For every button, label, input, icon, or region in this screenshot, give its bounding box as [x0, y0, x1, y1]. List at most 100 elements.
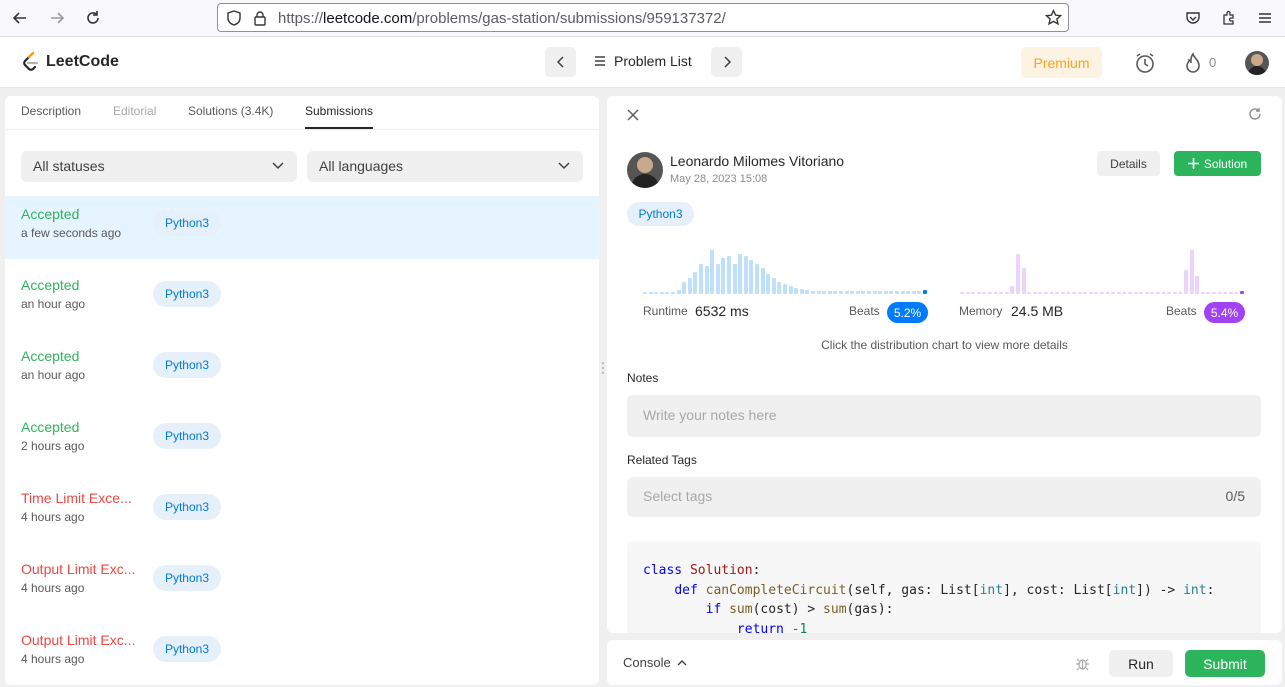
leetcode-logo[interactable]: LeetCode [20, 51, 119, 73]
bookmark-star-icon[interactable] [1044, 8, 1063, 31]
lock-icon[interactable] [253, 10, 267, 31]
premium-button[interactable]: Premium [1021, 47, 1102, 78]
submission-row[interactable]: Time Limit Exce... 4 hours ago Python3 [5, 480, 599, 543]
distribution-bar [965, 292, 970, 294]
distribution-bar [1156, 292, 1160, 294]
distribution-bar [1217, 292, 1222, 294]
submission-row[interactable]: Output Limit Exc... 4 hours ago Python3 [5, 622, 599, 685]
distribution-bar [1195, 276, 1200, 294]
extensions-icon[interactable] [1219, 8, 1239, 28]
memory-beats-label: Beats [1166, 304, 1197, 318]
user-name[interactable]: Leonardo Milomes Vitoriano [670, 153, 844, 169]
distribution-bar [1021, 268, 1026, 294]
distribution-bar [827, 291, 832, 294]
runtime-beats-label: Beats [849, 304, 880, 318]
distribution-bar [699, 264, 703, 294]
language-filter-select[interactable]: All languages [307, 151, 583, 182]
code-block: class Solution: def canCompleteCircuit(s… [627, 541, 1261, 633]
pocket-icon[interactable] [1183, 8, 1203, 28]
menu-icon[interactable] [1255, 8, 1275, 28]
debug-bug-icon[interactable] [1075, 656, 1090, 676]
next-problem-button[interactable] [711, 47, 742, 77]
console-label: Console [623, 655, 671, 670]
logo-text: LeetCode [46, 53, 119, 70]
distribution-bar [923, 290, 927, 294]
submission-row[interactable]: Accepted an hour ago Python3 [5, 267, 599, 330]
distribution-bar [755, 264, 759, 294]
alarm-clock-icon[interactable] [1134, 52, 1156, 79]
distribution-bar [799, 289, 804, 294]
distribution-bar [749, 260, 754, 294]
submission-row[interactable]: Accepted an hour ago Python3 [5, 338, 599, 401]
notes-input[interactable]: Write your notes here [627, 395, 1261, 437]
distribution-bar [993, 292, 998, 294]
runtime-distribution-chart[interactable] [643, 246, 928, 296]
distribution-bar [1200, 292, 1205, 294]
problem-list-button[interactable]: Problem List [594, 53, 692, 69]
distribution-bar [687, 278, 692, 294]
submission-time: 4 hours ago [21, 581, 85, 595]
submit-button[interactable]: Submit [1185, 650, 1265, 677]
tab-editorial[interactable]: Editorial [113, 104, 156, 127]
submission-row[interactable]: Output Limit Exc... 4 hours ago Python3 [5, 551, 599, 614]
list-icon [595, 56, 605, 66]
back-icon[interactable] [10, 8, 30, 28]
notes-label: Notes [627, 371, 659, 385]
distribution-bar [895, 291, 899, 294]
tags-placeholder: Select tags [643, 488, 713, 504]
submission-language-badge: Python3 [153, 352, 221, 378]
close-icon[interactable] [627, 108, 639, 126]
tab-description[interactable]: Description [21, 104, 81, 127]
distribution-bar [1083, 292, 1088, 294]
tags-select[interactable]: Select tags 0/5 [627, 477, 1261, 517]
tab-submissions[interactable]: Submissions [305, 104, 374, 129]
distribution-bar [1228, 292, 1233, 294]
distribution-bar [1128, 292, 1132, 294]
panel-resize-handle[interactable] [601, 360, 605, 376]
distribution-bar [833, 291, 838, 294]
distribution-bar [1172, 292, 1177, 294]
distribution-bar [1178, 292, 1183, 294]
distribution-bar [900, 291, 905, 294]
details-button[interactable]: Details [1097, 151, 1160, 176]
submission-row[interactable]: Accepted 2 hours ago Python3 [5, 409, 599, 472]
console-toggle[interactable]: Console [623, 655, 687, 670]
distribution-bar [1189, 250, 1194, 294]
submission-language-badge: Python3 [153, 281, 221, 307]
reload-icon[interactable] [83, 8, 103, 28]
plus-icon [1187, 158, 1199, 169]
distribution-bar [816, 291, 821, 294]
streak-count: 0 [1209, 55, 1217, 70]
distribution-bar [1144, 292, 1149, 294]
run-button[interactable]: Run [1109, 650, 1173, 677]
browser-toolbar: https://leetcode.com/problems/gas-statio… [0, 0, 1285, 37]
distribution-bar [1066, 292, 1071, 294]
tab-solutions[interactable]: Solutions (3.4K) [188, 104, 273, 127]
distribution-bar [999, 292, 1004, 294]
submission-row[interactable]: Accepted a few seconds ago Python3 [5, 196, 599, 259]
chevron-up-icon [677, 659, 687, 665]
distribution-bar [1010, 286, 1015, 294]
memory-beats-badge: 5.4% [1204, 302, 1245, 323]
shield-icon[interactable] [226, 10, 242, 31]
distribution-bar [1038, 292, 1043, 294]
refresh-icon[interactable] [1248, 107, 1262, 126]
profile-avatar[interactable] [1245, 51, 1269, 75]
user-avatar[interactable] [627, 152, 663, 188]
distribution-bar [777, 282, 782, 294]
add-solution-button[interactable]: Solution [1174, 151, 1261, 176]
forward-icon[interactable] [47, 8, 67, 28]
distribution-bar [1116, 292, 1121, 294]
distribution-bar [783, 284, 787, 294]
distribution-bar [844, 291, 849, 294]
streak-fire-icon[interactable] [1183, 52, 1203, 79]
distribution-bar [727, 256, 731, 294]
distribution-bar [1139, 292, 1144, 294]
submission-date: May 28, 2023 15:08 [670, 173, 768, 185]
address-bar[interactable]: https://leetcode.com/problems/gas-statio… [217, 3, 1069, 32]
distribution-bar [738, 254, 743, 294]
memory-distribution-chart[interactable] [960, 246, 1245, 296]
distribution-bar [1105, 292, 1110, 294]
status-filter-select[interactable]: All statuses [21, 151, 297, 182]
prev-problem-button[interactable] [545, 47, 576, 77]
